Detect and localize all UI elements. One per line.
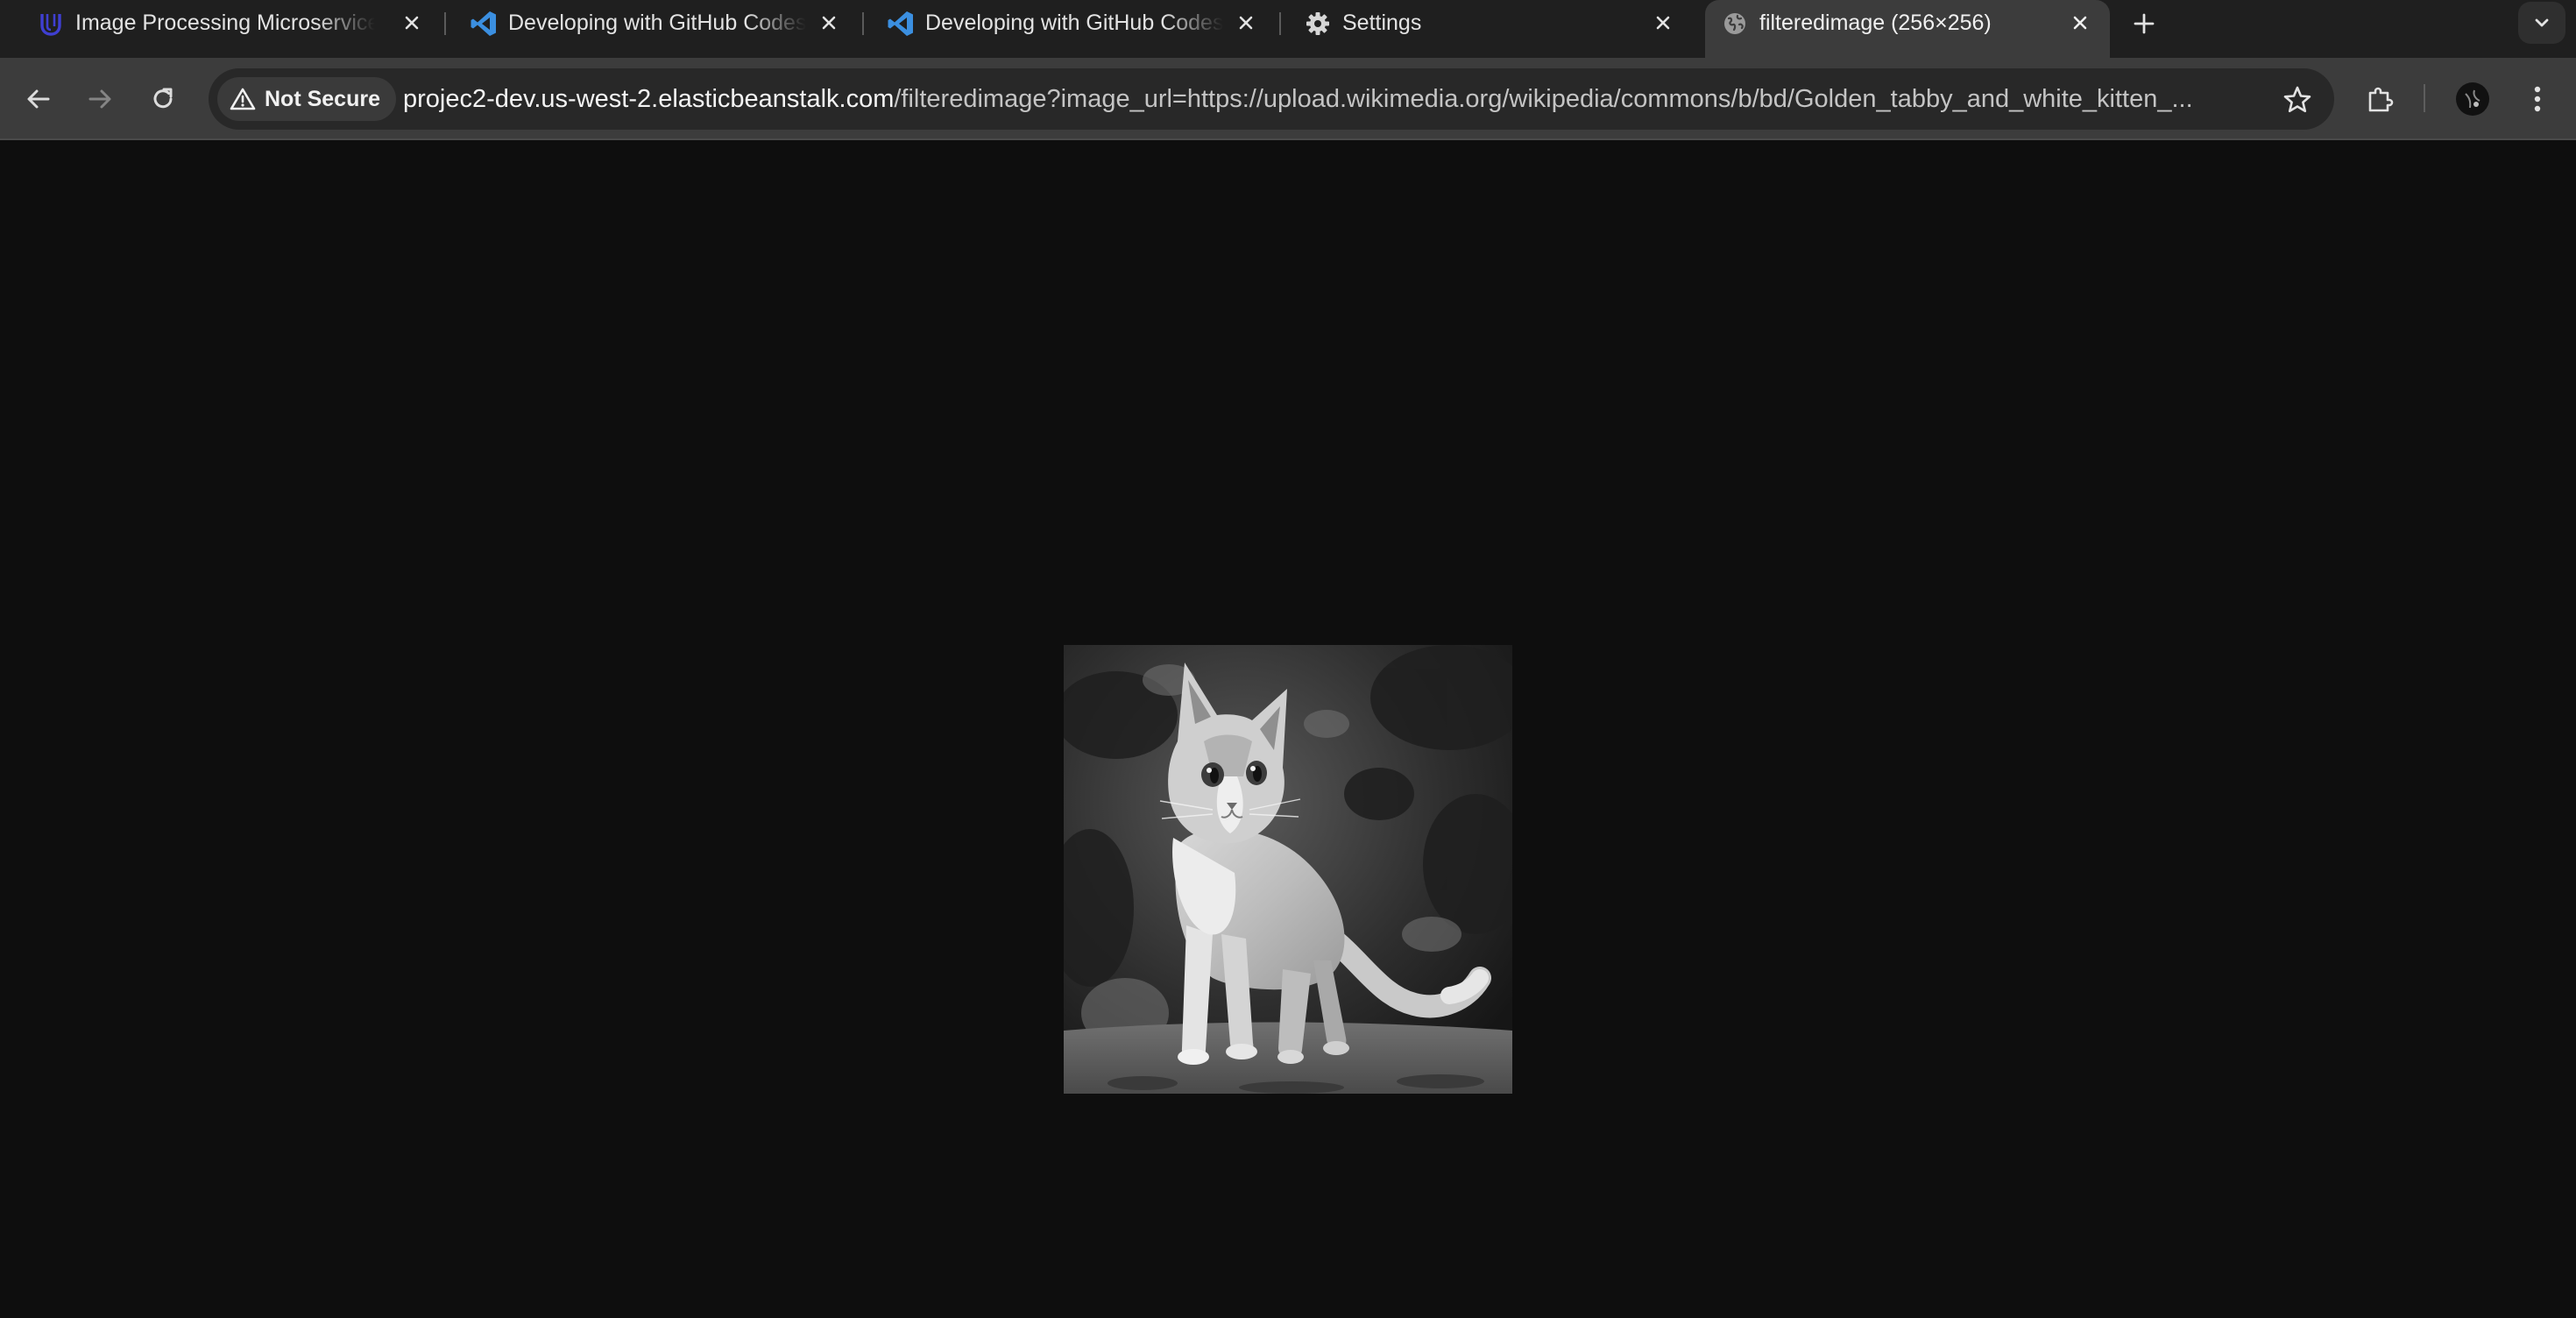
tab-codespaces-1[interactable]: Developing with GitHub Codespaces [454,0,859,46]
security-label: Not Secure [265,86,380,111]
globe-icon [1721,10,1749,38]
tab-close-icon[interactable] [817,11,841,35]
udacity-icon [37,10,65,38]
tab-title: Settings [1342,11,1422,35]
tab-search-button[interactable] [2518,2,2565,44]
gear-icon [1304,10,1332,38]
filtered-image[interactable] [1064,645,1512,1094]
tab-title: Developing with GitHub Codespaces [925,11,1223,35]
url-path: /filteredimage?image_url=https://upload.… [894,85,2193,113]
arrow-right-icon [88,89,111,109]
kitten-photo [1064,645,1512,1094]
tab-close-icon[interactable] [2068,11,2092,35]
tab-filteredimage[interactable]: filteredimage (256×256) [1705,0,2110,58]
security-chip[interactable]: Not Secure [217,77,396,121]
address-bar[interactable]: Not Secure projec2-dev.us-west-2.elastic… [209,68,2334,130]
arrow-left-icon [27,89,50,109]
tab-codespaces-2[interactable]: Developing with GitHub Codespaces [871,0,1276,46]
tab-image-processing[interactable]: Image Processing Microservice [21,0,438,46]
forward-button[interactable] [81,80,119,118]
tab-separator [862,12,864,35]
menu-button[interactable] [2518,80,2557,118]
more-vert-icon [2534,86,2541,112]
warning-icon [230,88,256,110]
back-button[interactable] [19,80,58,118]
star-icon [2283,86,2311,113]
tab-close-icon[interactable] [1651,11,1675,35]
toolbar-separator [2424,84,2425,112]
chevron-down-icon [2535,18,2549,27]
tab-close-icon[interactable] [400,11,424,35]
profile-button[interactable] [2453,80,2492,118]
tab-strip: Image Processing Microservice Developing… [0,0,2576,58]
reload-button[interactable] [144,80,182,118]
avatar [2456,82,2489,116]
tab-title: Developing with GitHub Codespaces [508,11,806,35]
tab-separator [1279,12,1281,35]
puzzle-icon [2368,87,2394,112]
extensions-button[interactable] [2360,80,2399,118]
tab-title: filteredimage (256×256) [1759,11,1992,35]
tab-settings[interactable]: Settings [1288,0,1688,46]
url-host: projec2-dev.us-west-2.elasticbeanstalk.c… [403,85,895,113]
tab-title: Image Processing Microservice [75,11,375,35]
vscode-icon [887,10,915,38]
reload-icon [153,88,173,109]
page-content [0,140,2576,1318]
url-text[interactable]: projec2-dev.us-west-2.elasticbeanstalk.c… [403,84,2471,114]
bookmark-star-button[interactable] [2280,82,2315,117]
tab-close-icon[interactable] [1234,11,1258,35]
vscode-icon [470,10,498,38]
new-tab-button[interactable] [2129,9,2159,39]
tab-separator [444,12,446,35]
toolbar: Not Secure projec2-dev.us-west-2.elastic… [0,58,2576,140]
